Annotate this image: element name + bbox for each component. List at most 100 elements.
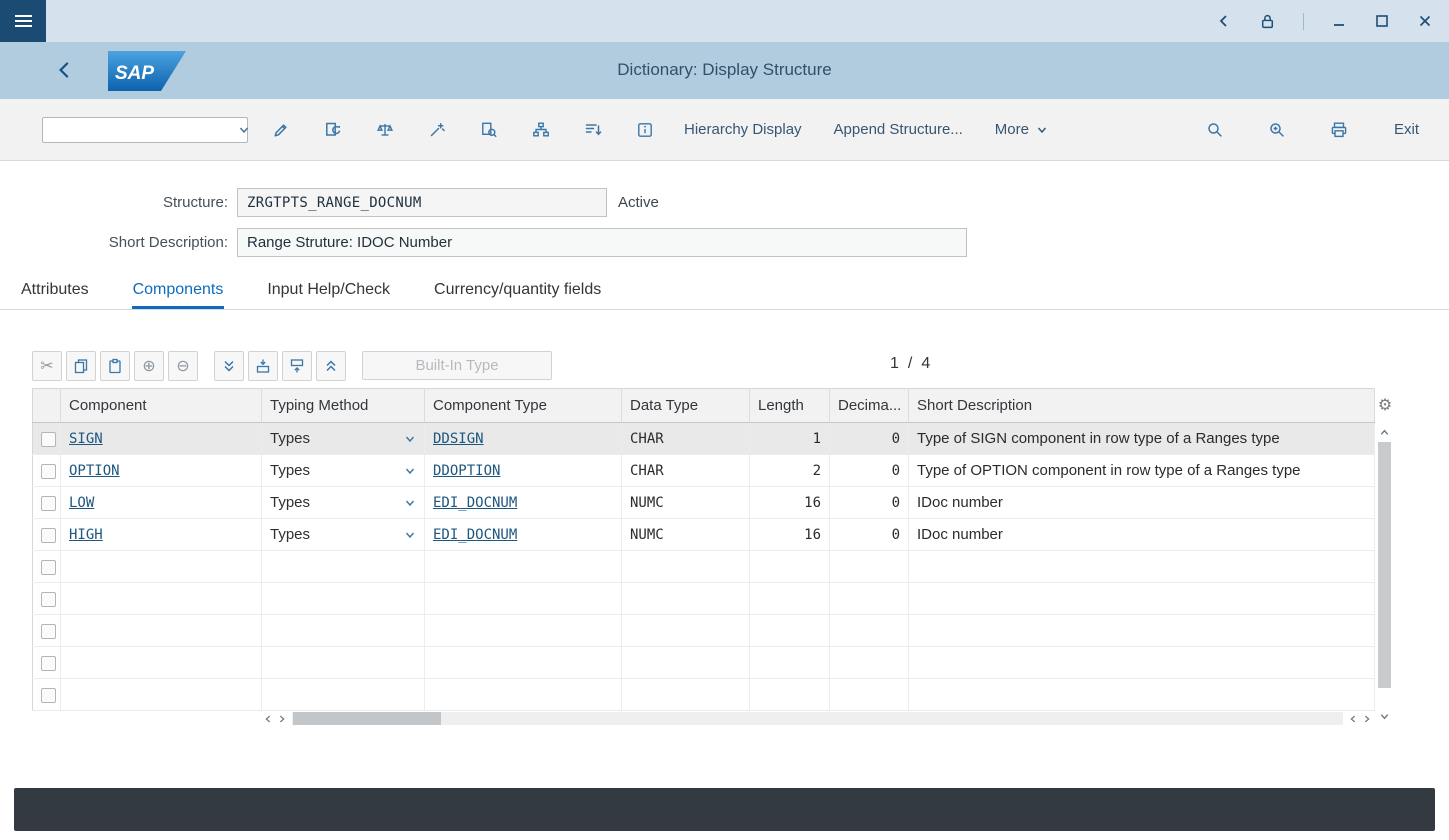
component-type-link[interactable]: EDI_DOCNUM	[433, 495, 517, 511]
more-button[interactable]: More	[985, 113, 1058, 146]
table-row-empty[interactable]	[33, 647, 1375, 679]
command-input[interactable]	[43, 118, 238, 142]
row-checkbox[interactable]	[41, 560, 56, 575]
close-icon[interactable]	[1417, 13, 1433, 29]
refresh-object-icon[interactable]	[316, 113, 350, 147]
info-icon[interactable]	[628, 113, 662, 147]
row-select-cell[interactable]	[33, 615, 61, 647]
row-checkbox[interactable]	[41, 624, 56, 639]
table-row-empty[interactable]	[33, 551, 1375, 583]
row-checkbox[interactable]	[41, 464, 56, 479]
tab-currency-quantity-fields[interactable]: Currency/quantity fields	[433, 273, 602, 309]
row-checkbox[interactable]	[41, 592, 56, 607]
double-chevron-down-icon[interactable]	[214, 351, 244, 381]
built-in-type-button[interactable]: Built-In Type	[362, 351, 552, 380]
component-link[interactable]: OPTION	[69, 463, 120, 479]
short-description-value: Range Struture: IDOC Number	[247, 234, 452, 251]
row-select-cell[interactable]	[33, 423, 61, 455]
minimize-icon[interactable]	[1331, 13, 1347, 29]
row-select-cell[interactable]	[33, 551, 61, 583]
select-all-header[interactable]	[33, 389, 61, 423]
scroll-right-end-icon[interactable]	[1360, 714, 1374, 724]
col-header-component[interactable]: Component	[61, 389, 262, 423]
print-icon[interactable]	[1322, 113, 1356, 147]
exit-button[interactable]: Exit	[1384, 113, 1429, 146]
row-checkbox[interactable]	[41, 432, 56, 447]
scroll-down-icon[interactable]	[1379, 711, 1390, 722]
component-link[interactable]: SIGN	[69, 431, 103, 447]
col-header-decimals[interactable]: Decima...	[830, 389, 909, 423]
activate-wand-icon[interactable]	[420, 113, 454, 147]
chevron-down-icon[interactable]	[404, 433, 416, 445]
table-row[interactable]: OPTION Types DDOPTION CHAR 2 0 Type of O…	[33, 455, 1375, 487]
display-change-icon[interactable]	[264, 113, 298, 147]
hierarchy-display-button[interactable]: Hierarchy Display	[674, 113, 812, 146]
chevron-left-icon[interactable]	[1216, 13, 1232, 29]
table-row-empty[interactable]	[33, 679, 1375, 711]
structure-field[interactable]: ZRGTPTS_RANGE_DOCNUM	[237, 188, 607, 217]
row-checkbox[interactable]	[41, 688, 56, 703]
chevron-down-icon[interactable]	[404, 529, 416, 541]
insert-row-icon[interactable]: ⊕	[134, 351, 164, 381]
table-settings-gear-icon[interactable]: ⚙	[1374, 388, 1396, 422]
length-value: 16	[804, 495, 821, 511]
row-checkbox[interactable]	[41, 528, 56, 543]
component-type-link[interactable]: DDOPTION	[433, 463, 500, 479]
col-header-short-description[interactable]: Short Description	[909, 389, 1375, 423]
row-checkbox[interactable]	[41, 496, 56, 511]
scroll-left-end-icon[interactable]	[1346, 714, 1360, 724]
paste-icon[interactable]	[100, 351, 130, 381]
cut-icon[interactable]: ✂	[32, 351, 62, 381]
component-type-link[interactable]: DDSIGN	[433, 431, 484, 447]
component-link[interactable]: HIGH	[69, 527, 103, 543]
table-row-empty[interactable]	[33, 615, 1375, 647]
double-chevron-up-icon[interactable]	[316, 351, 346, 381]
row-checkbox[interactable]	[41, 656, 56, 671]
hierarchy-icon[interactable]	[524, 113, 558, 147]
row-select-cell[interactable]	[33, 455, 61, 487]
command-field[interactable]	[42, 117, 248, 143]
tab-components[interactable]: Components	[132, 273, 225, 309]
row-select-cell[interactable]	[33, 583, 61, 615]
component-type-link[interactable]: EDI_DOCNUM	[433, 527, 517, 543]
tab-input-help-check[interactable]: Input Help/Check	[266, 273, 391, 309]
append-structure-button[interactable]: Append Structure...	[824, 113, 973, 146]
tab-attributes[interactable]: Attributes	[20, 273, 90, 309]
row-select-cell[interactable]	[33, 647, 61, 679]
table-row[interactable]: LOW Types EDI_DOCNUM NUMC 16 0 IDoc numb…	[33, 487, 1375, 519]
col-header-length[interactable]: Length	[750, 389, 830, 423]
row-select-cell[interactable]	[33, 487, 61, 519]
table-row[interactable]: HIGH Types EDI_DOCNUM NUMC 16 0 IDoc num…	[33, 519, 1375, 551]
insert-line-icon[interactable]	[248, 351, 278, 381]
col-header-typing-method[interactable]: Typing Method	[262, 389, 425, 423]
chevron-down-icon[interactable]	[404, 497, 416, 509]
copy-icon[interactable]	[66, 351, 96, 381]
search-icon[interactable]	[1198, 113, 1232, 147]
search-plus-icon[interactable]	[1260, 113, 1294, 147]
sort-descending-icon[interactable]	[576, 113, 610, 147]
lock-icon[interactable]	[1259, 13, 1276, 30]
col-header-data-type[interactable]: Data Type	[622, 389, 750, 423]
menu-icon[interactable]	[0, 0, 46, 42]
chevron-down-icon[interactable]	[238, 124, 250, 136]
remove-line-icon[interactable]	[282, 351, 312, 381]
table-row-empty[interactable]	[33, 583, 1375, 615]
maximize-icon[interactable]	[1374, 13, 1390, 29]
scroll-left-icon[interactable]	[261, 714, 275, 724]
scroll-right-icon[interactable]	[275, 714, 289, 724]
short-description-value: Type of SIGN component in row type of a …	[917, 430, 1280, 447]
chevron-down-icon[interactable]	[404, 465, 416, 477]
scroll-up-icon[interactable]	[1379, 427, 1390, 438]
component-link[interactable]: LOW	[69, 495, 94, 511]
where-used-icon[interactable]	[472, 113, 506, 147]
row-select-cell[interactable]	[33, 679, 61, 711]
table-row[interactable]: SIGN Types DDSIGN CHAR 1 0 Type of SIGN …	[33, 423, 1375, 455]
horizontal-scroll-track[interactable]	[292, 712, 1343, 725]
col-header-component-type[interactable]: Component Type	[425, 389, 622, 423]
compare-scales-icon[interactable]	[368, 113, 402, 147]
vertical-scroll-thumb[interactable]	[1378, 442, 1391, 688]
horizontal-scroll-thumb[interactable]	[293, 712, 441, 725]
short-description-field[interactable]: Range Struture: IDOC Number	[237, 228, 967, 257]
delete-row-icon[interactable]: ⊖	[168, 351, 198, 381]
row-select-cell[interactable]	[33, 519, 61, 551]
